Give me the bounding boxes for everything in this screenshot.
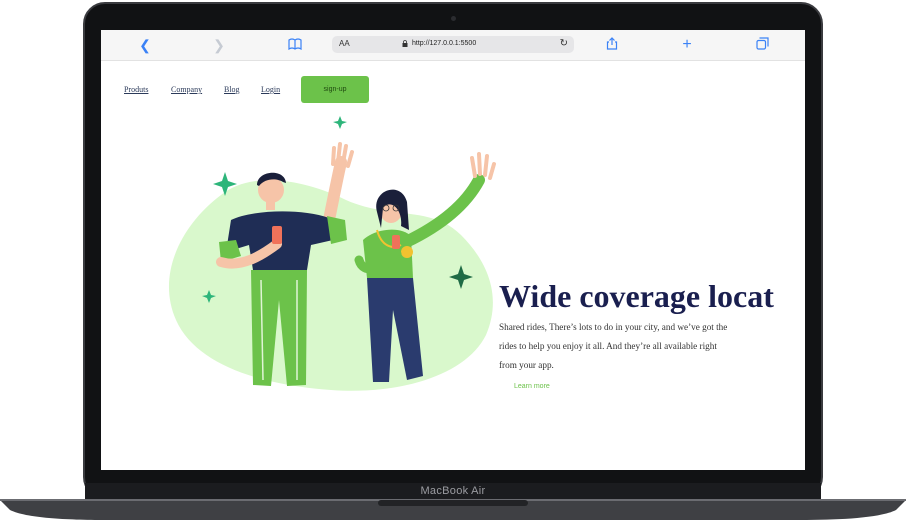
sparkle-icon [333, 116, 347, 129]
hero-title: Wide coverage locat [499, 278, 774, 314]
device-model-label: MacBook Air [420, 485, 486, 497]
browser-screen: ❮ ❯ AA http://127.0.0.1:5500 ↻ + Produts… [101, 30, 805, 470]
hero-description: Shared rides, There’s lots to do in your… [499, 322, 728, 370]
laptop-notch [378, 500, 528, 506]
learn-more-link[interactable]: Learn more [514, 383, 550, 390]
hero-illustration [168, 116, 496, 391]
webcam [451, 16, 456, 21]
laptop-base [0, 499, 906, 520]
